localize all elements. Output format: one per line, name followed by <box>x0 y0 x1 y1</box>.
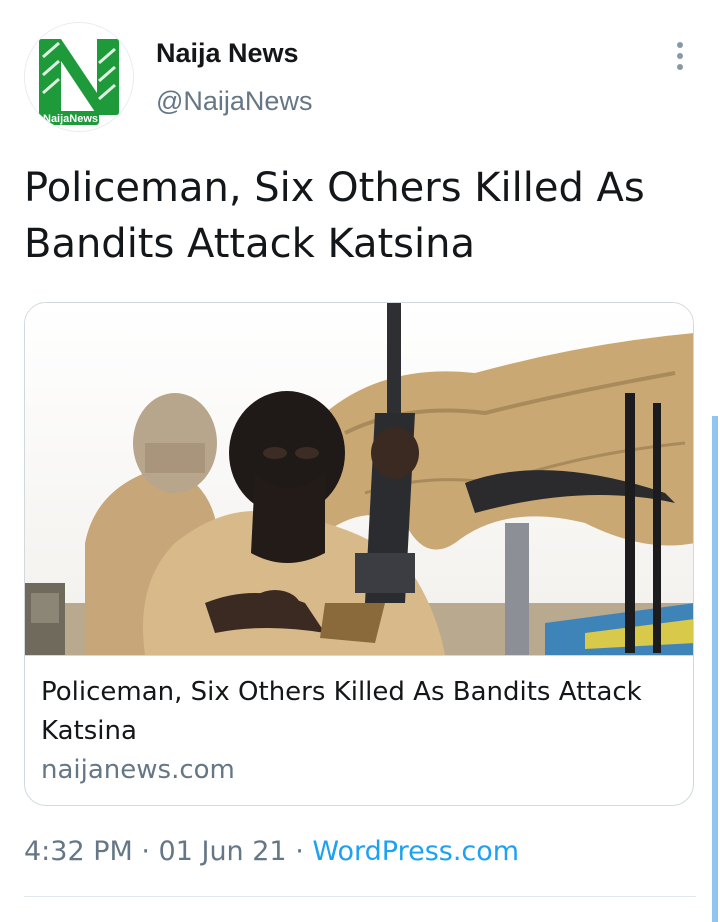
meta-separator: · <box>132 836 159 867</box>
link-card[interactable]: Policeman, Six Others Killed As Bandits … <box>24 302 694 806</box>
tweet-meta: 4:32 PM · 01 Jun 21 · WordPress.com <box>24 836 519 867</box>
more-dot-icon <box>677 53 683 59</box>
divider <box>24 896 696 897</box>
tweet-source-link[interactable]: WordPress.com <box>312 836 519 867</box>
svg-text:NaijaNews: NaijaNews <box>43 113 98 125</box>
link-card-title[interactable]: Policeman, Six Others Killed As Bandits … <box>41 673 681 751</box>
tweet-date: 01 Jun 21 <box>158 836 287 867</box>
avatar[interactable]: NaijaNews <box>24 22 134 132</box>
more-dot-icon <box>677 64 683 70</box>
card-divider <box>25 655 693 656</box>
scrollbar[interactable] <box>712 416 718 922</box>
user-handle[interactable]: @NaijaNews <box>156 86 312 117</box>
meta-separator: · <box>286 836 313 867</box>
naija-news-logo-icon: NaijaNews <box>25 23 133 131</box>
tweet-detail-page: NaijaNews Naija News @NaijaNews Policema… <box>0 0 720 922</box>
tweet-time: 4:32 PM <box>24 836 133 867</box>
more-options-button[interactable] <box>666 38 694 74</box>
link-card-domain[interactable]: naijanews.com <box>41 755 235 785</box>
tweet-text: Policeman, Six Others Killed As Bandits … <box>24 165 645 267</box>
link-card-image[interactable] <box>25 303 694 655</box>
more-dot-icon <box>677 42 683 48</box>
display-name[interactable]: Naija News <box>156 38 299 69</box>
